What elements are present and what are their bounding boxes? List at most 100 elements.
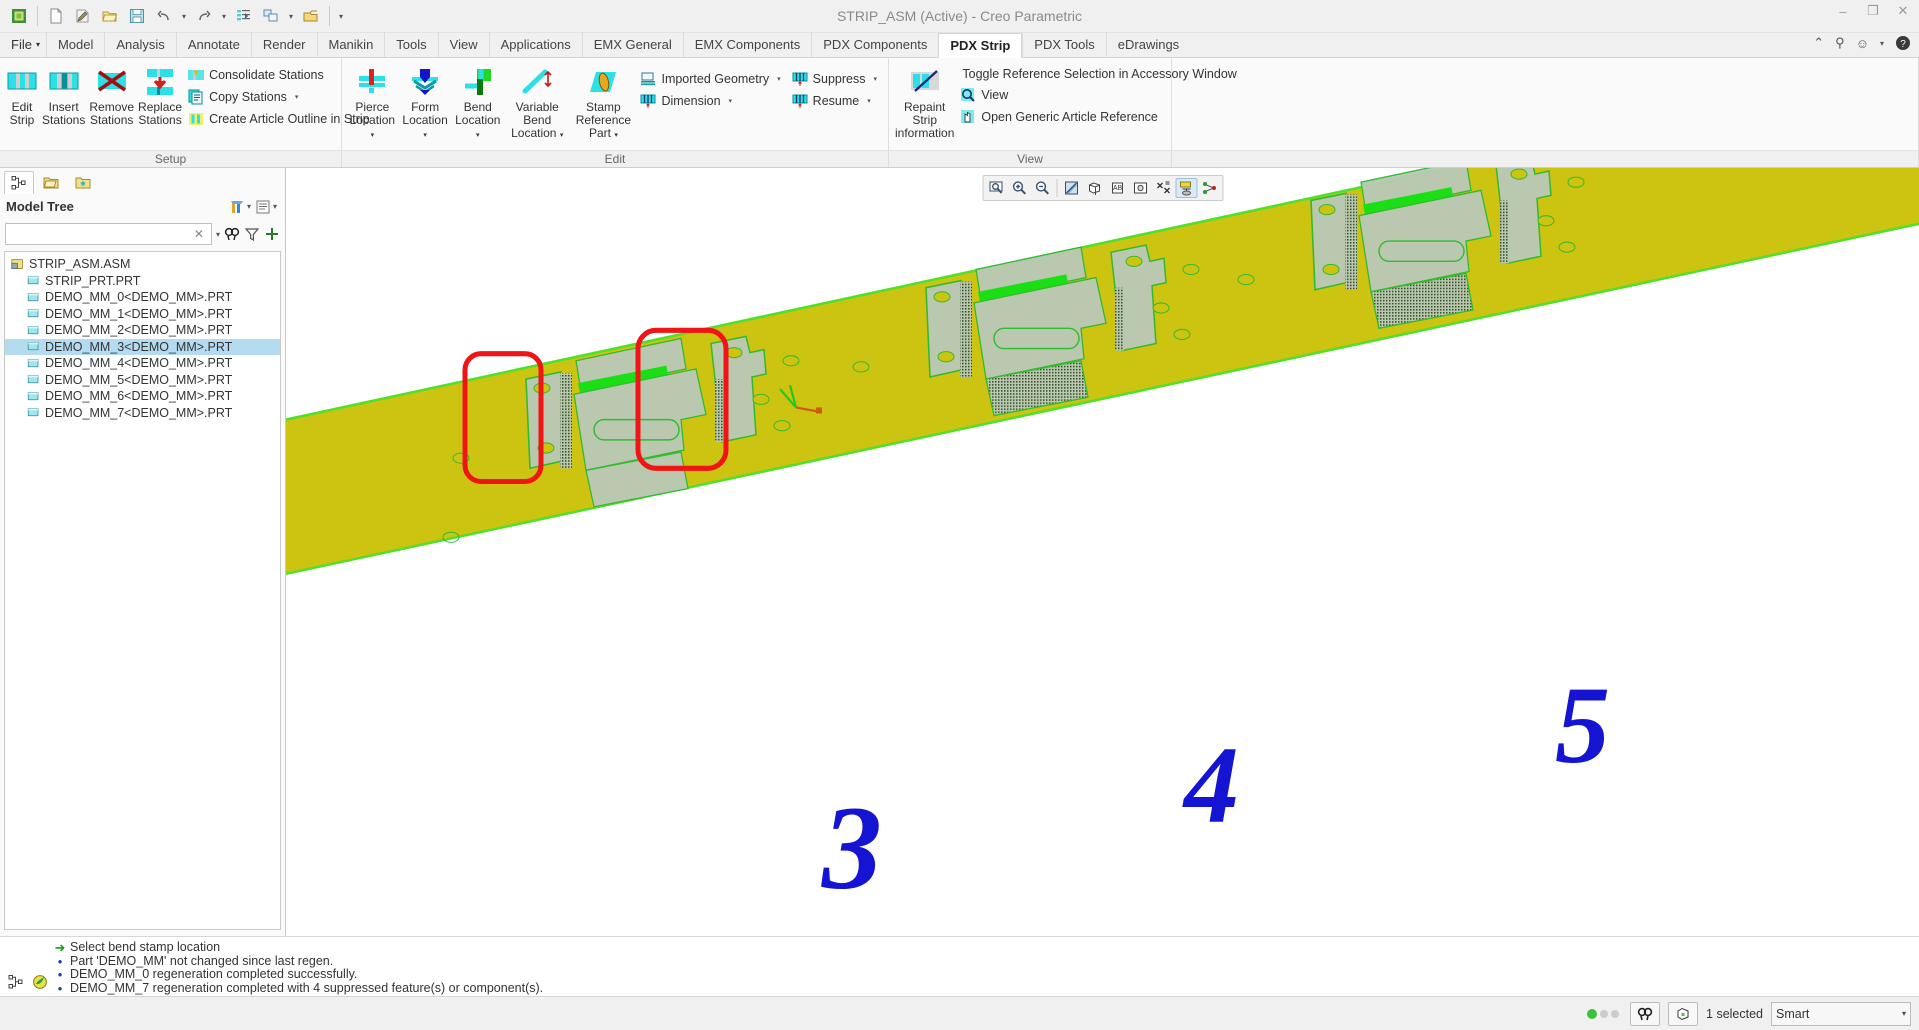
redo-caret-icon[interactable]: ▾: [218, 12, 230, 21]
selection-filter-combo[interactable]: Smart ▾: [1771, 1001, 1911, 1026]
selection-indicator-button[interactable]: [1668, 1001, 1699, 1026]
minimize-ribbon-icon[interactable]: ⌃: [1813, 35, 1824, 51]
dimension-button[interactable]: Dimension ▾: [636, 90, 787, 112]
chevron-down-icon[interactable]: ▾: [777, 75, 781, 83]
display-style-button[interactable]: [1083, 178, 1105, 198]
chevron-down-icon[interactable]: ▾: [295, 93, 299, 101]
tab-manikin[interactable]: Manikin: [316, 32, 385, 57]
tree-display-button[interactable]: ▾: [253, 197, 279, 217]
undo-icon[interactable]: [151, 4, 177, 29]
model-tree-list[interactable]: STRIP_ASM.ASM STRIP_PRT.PRT DEMO_MM_0<DE…: [4, 251, 281, 930]
search-input[interactable]: [10, 227, 191, 241]
tree-node-part-0[interactable]: DEMO_MM_0<DEMO_MM>.PRT: [5, 289, 280, 306]
tree-settings-button[interactable]: ▾: [227, 197, 253, 217]
folder-browser-tab[interactable]: [36, 171, 66, 194]
graphics-canvas[interactable]: 3 4 5: [286, 168, 1919, 936]
new-window-icon[interactable]: [6, 4, 32, 29]
tab-emx-general[interactable]: EMX General: [581, 32, 683, 57]
model-tree-tab[interactable]: [4, 171, 34, 194]
tree-node-part-7[interactable]: DEMO_MM_7<DEMO_MM>.PRT: [5, 405, 280, 422]
spin-center-button[interactable]: [1175, 178, 1197, 198]
tab-render[interactable]: Render: [250, 32, 317, 57]
chevron-down-icon[interactable]: ▾: [614, 132, 618, 139]
chevron-down-icon[interactable]: ▾: [560, 132, 564, 139]
minimize-icon[interactable]: –: [1833, 4, 1853, 19]
add-column-button[interactable]: [264, 226, 280, 242]
tab-pdx-tools[interactable]: PDX Tools: [1022, 32, 1105, 57]
undo-caret-icon[interactable]: ▾: [178, 12, 190, 21]
window-manager-caret-icon[interactable]: ▾: [285, 12, 297, 21]
close-window-icon[interactable]: [298, 4, 324, 29]
maximize-icon[interactable]: ❐: [1863, 3, 1883, 19]
favorites-tab[interactable]: [68, 171, 98, 194]
chevron-down-icon[interactable]: ▾: [729, 97, 733, 105]
tab-model[interactable]: Model: [45, 32, 104, 57]
tab-file[interactable]: File ▾: [0, 32, 46, 57]
qat-overflow-caret-icon[interactable]: ▾: [335, 12, 347, 21]
filter-button[interactable]: [244, 226, 260, 242]
tree-node-part-5[interactable]: DEMO_MM_5<DEMO_MM>.PRT: [5, 372, 280, 389]
zoom-in-button[interactable]: [1008, 178, 1030, 198]
redo-icon[interactable]: [191, 4, 217, 29]
refit-button[interactable]: [985, 178, 1007, 198]
tab-applications[interactable]: Applications: [488, 32, 582, 57]
search-input-wrapper[interactable]: ✕: [5, 223, 212, 245]
suppress-button[interactable]: Suppress ▾: [788, 68, 884, 90]
save-icon[interactable]: [124, 4, 150, 29]
search-dropdown-caret-icon[interactable]: ▾: [216, 230, 220, 239]
regenerate-icon[interactable]: [231, 4, 257, 29]
chevron-down-icon[interactable]: ▾: [371, 132, 375, 139]
find-button[interactable]: [224, 226, 240, 242]
tab-tools[interactable]: Tools: [384, 32, 437, 57]
variable-bend-location-button[interactable]: Variable Bend Location ▾: [504, 62, 570, 146]
search-icon[interactable]: ⚲: [1835, 35, 1845, 51]
status-find-button[interactable]: [1630, 1001, 1661, 1026]
account-icon[interactable]: ☺: [1856, 36, 1869, 51]
tree-node-part-strip[interactable]: STRIP_PRT.PRT: [5, 273, 280, 290]
insert-stations-button[interactable]: Insert Stations: [40, 62, 87, 131]
bend-location-button[interactable]: Bend Location ▾: [451, 62, 504, 146]
form-location-button[interactable]: Form Location ▾: [399, 62, 452, 146]
chevron-down-icon[interactable]: ▾: [867, 97, 871, 105]
help-icon[interactable]: ?: [1895, 35, 1911, 51]
tree-node-part-3-selected[interactable]: DEMO_MM_3<DEMO_MM>.PRT: [5, 338, 280, 355]
zoom-out-button[interactable]: [1031, 178, 1053, 198]
remove-stations-button[interactable]: Remove Stations: [87, 62, 136, 131]
tree-node-assembly[interactable]: STRIP_ASM.ASM: [5, 256, 280, 273]
new-file-icon[interactable]: [43, 4, 69, 29]
tree-node-part-2[interactable]: DEMO_MM_2<DEMO_MM>.PRT: [5, 322, 280, 339]
graphics-viewport[interactable]: 3 4 5 AB: [286, 168, 1919, 936]
resume-button[interactable]: Resume ▾: [788, 90, 884, 112]
tab-emx-components[interactable]: EMX Components: [682, 32, 812, 57]
chevron-down-icon[interactable]: ▾: [476, 132, 480, 139]
stamp-reference-part-button[interactable]: Stamp Reference Part ▾: [570, 62, 636, 146]
pierce-location-button[interactable]: Pierce Location ▾: [346, 62, 399, 146]
tab-pdx-components[interactable]: PDX Components: [811, 32, 938, 57]
saved-view-button[interactable]: [1129, 178, 1151, 198]
tree-node-part-6[interactable]: DEMO_MM_6<DEMO_MM>.PRT: [5, 388, 280, 405]
datum-display-filters-button[interactable]: [1152, 178, 1174, 198]
open-file-icon[interactable]: [97, 4, 123, 29]
browser-toggle-button[interactable]: [30, 972, 50, 992]
annotation-display-button[interactable]: AB: [1106, 178, 1128, 198]
chevron-down-icon[interactable]: ▾: [423, 132, 427, 139]
tab-analysis[interactable]: Analysis: [104, 32, 175, 57]
chevron-down-icon[interactable]: ▾: [873, 75, 877, 83]
view-manager-button[interactable]: [1198, 178, 1220, 198]
clear-search-icon[interactable]: ✕: [191, 227, 207, 241]
model-tree-toggle-button[interactable]: [6, 972, 26, 992]
close-icon[interactable]: ✕: [1893, 3, 1913, 19]
tab-edrawings[interactable]: eDrawings: [1105, 32, 1190, 57]
window-manager-icon[interactable]: [258, 4, 284, 29]
new-from-template-icon[interactable]: [70, 4, 96, 29]
replace-stations-button[interactable]: Replace Stations: [136, 62, 184, 131]
tab-pdx-strip[interactable]: PDX Strip: [938, 33, 1023, 58]
imported-geometry-button[interactable]: Imported Geometry ▾: [636, 68, 787, 90]
repaint-button[interactable]: [1060, 178, 1082, 198]
account-caret-icon[interactable]: ▾: [1880, 39, 1884, 48]
tree-node-part-1[interactable]: DEMO_MM_1<DEMO_MM>.PRT: [5, 306, 280, 323]
tree-node-part-4[interactable]: DEMO_MM_4<DEMO_MM>.PRT: [5, 355, 280, 372]
repaint-strip-information-button[interactable]: Repaint Strip information: [893, 62, 956, 144]
edit-strip-button[interactable]: Edit Strip: [4, 62, 40, 131]
tab-annotate[interactable]: Annotate: [175, 32, 251, 57]
